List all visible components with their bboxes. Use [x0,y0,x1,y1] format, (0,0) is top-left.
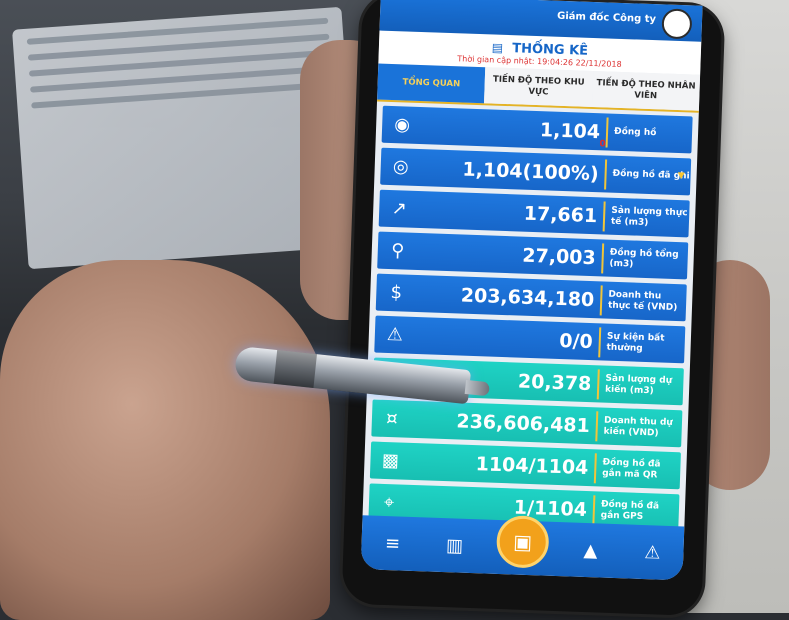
stat-value: 1,104 [421,110,609,148]
phone-screen: Giám đốc Công ty ▤ THỐNG KÊ Thời gian cậ… [360,0,703,581]
stat-value: 27,003 [417,236,605,273]
stat-label: Sản lượng thực tế (m3) [610,205,688,228]
warning-nav-icon[interactable]: ⚠ [632,541,673,564]
stat-row-total-meter[interactable]: ⚲ 27,003 Đồng hồ tổng (m3) [377,231,689,280]
stats-icon[interactable]: ▥ [434,534,475,557]
user-role: Giám đốc Công ty [556,10,657,26]
bell-icon[interactable]: ▲ [570,539,611,561]
meter-read-icon: ◎ [392,156,409,178]
stat-row-meters[interactable]: ◉ 1,104 Đồng hồ 0 [381,105,693,154]
stat-row-expected-revenue[interactable]: ¤ 236,606,481 Doanh thu dự kiến (VND) [371,399,683,448]
tab-progress-area[interactable]: TIẾN ĐỘ THEO KHU VỰC [484,67,593,107]
stat-label: Sản lượng dự kiến (m3) [604,373,673,396]
dropdown-arrow-icon[interactable]: ▼ [677,171,684,181]
stat-value: 203,634,180 [415,278,603,315]
network-icon: ⚲ [390,240,405,262]
avatar[interactable] [661,8,693,40]
meter-icon: ◉ [393,114,411,136]
phone: Giám đốc Công ty ▤ THỐNG KÊ Thời gian cậ… [341,0,723,617]
menu-icon[interactable]: ≡ [372,532,413,555]
stat-value: 1104/1104 [409,446,597,483]
stat-label: Đồng hồ đã gắn mã QR [602,457,661,480]
gps-icon: ⌖ [383,491,395,514]
revenue-forecast-icon: ¤ [385,407,399,430]
stat-value: 1,104(100%) [420,152,608,190]
qr-scan-icon[interactable]: ▣ [495,514,550,569]
stats-list: ◉ 1,104 Đồng hồ 0 ◎ 1,104(100%) Đồng hồ … [362,101,698,532]
qr-icon: ▩ [381,449,400,472]
hand-left [0,260,330,620]
bottom-nav: ≡ ▥ ▣ ▲ ⚠ [360,514,685,581]
stat-row-events[interactable]: ⚠ 0/0 Sự kiện bất thường [374,315,686,364]
stat-value: 236,606,481 [411,404,599,441]
stat-label: Đồng hồ [613,126,657,139]
stat-sub-value: 0 [599,139,606,150]
stats-title-icon: ▤ [491,40,504,55]
tab-overview[interactable]: TỔNG QUAN [377,63,486,104]
chart-up-icon: ↗ [391,198,408,220]
stat-label: Doanh thu thực tế (VND) [607,289,678,313]
money-hand-icon: $ [390,282,403,304]
stat-row-meters-read[interactable]: ◎ 1,104(100%) Đồng hồ đã ghi ▼ [380,147,692,196]
stat-value: 0/0 [414,320,602,357]
stat-row-actual-revenue[interactable]: $ 203,634,180 Doanh thu thực tế (VND) [375,273,687,322]
stat-row-actual-volume[interactable]: ↗ 17,661 Sản lượng thực tế (m3) [378,189,690,238]
stat-label: Doanh thu dự kiến (VND) [603,415,673,438]
stat-value: 17,661 [418,194,606,231]
stat-row-qr[interactable]: ▩ 1104/1104 Đồng hồ đã gắn mã QR [369,441,681,490]
warning-icon: ⚠ [386,323,404,346]
stat-label: Sự kiện bất thường [606,331,665,354]
stat-label: Đồng hồ tổng (m3) [609,247,679,270]
tab-progress-staff[interactable]: TIẾN ĐỘ THEO NHÂN VIÊN [591,70,701,111]
stat-label: Đồng hồ đã gắn GPS [600,499,660,522]
